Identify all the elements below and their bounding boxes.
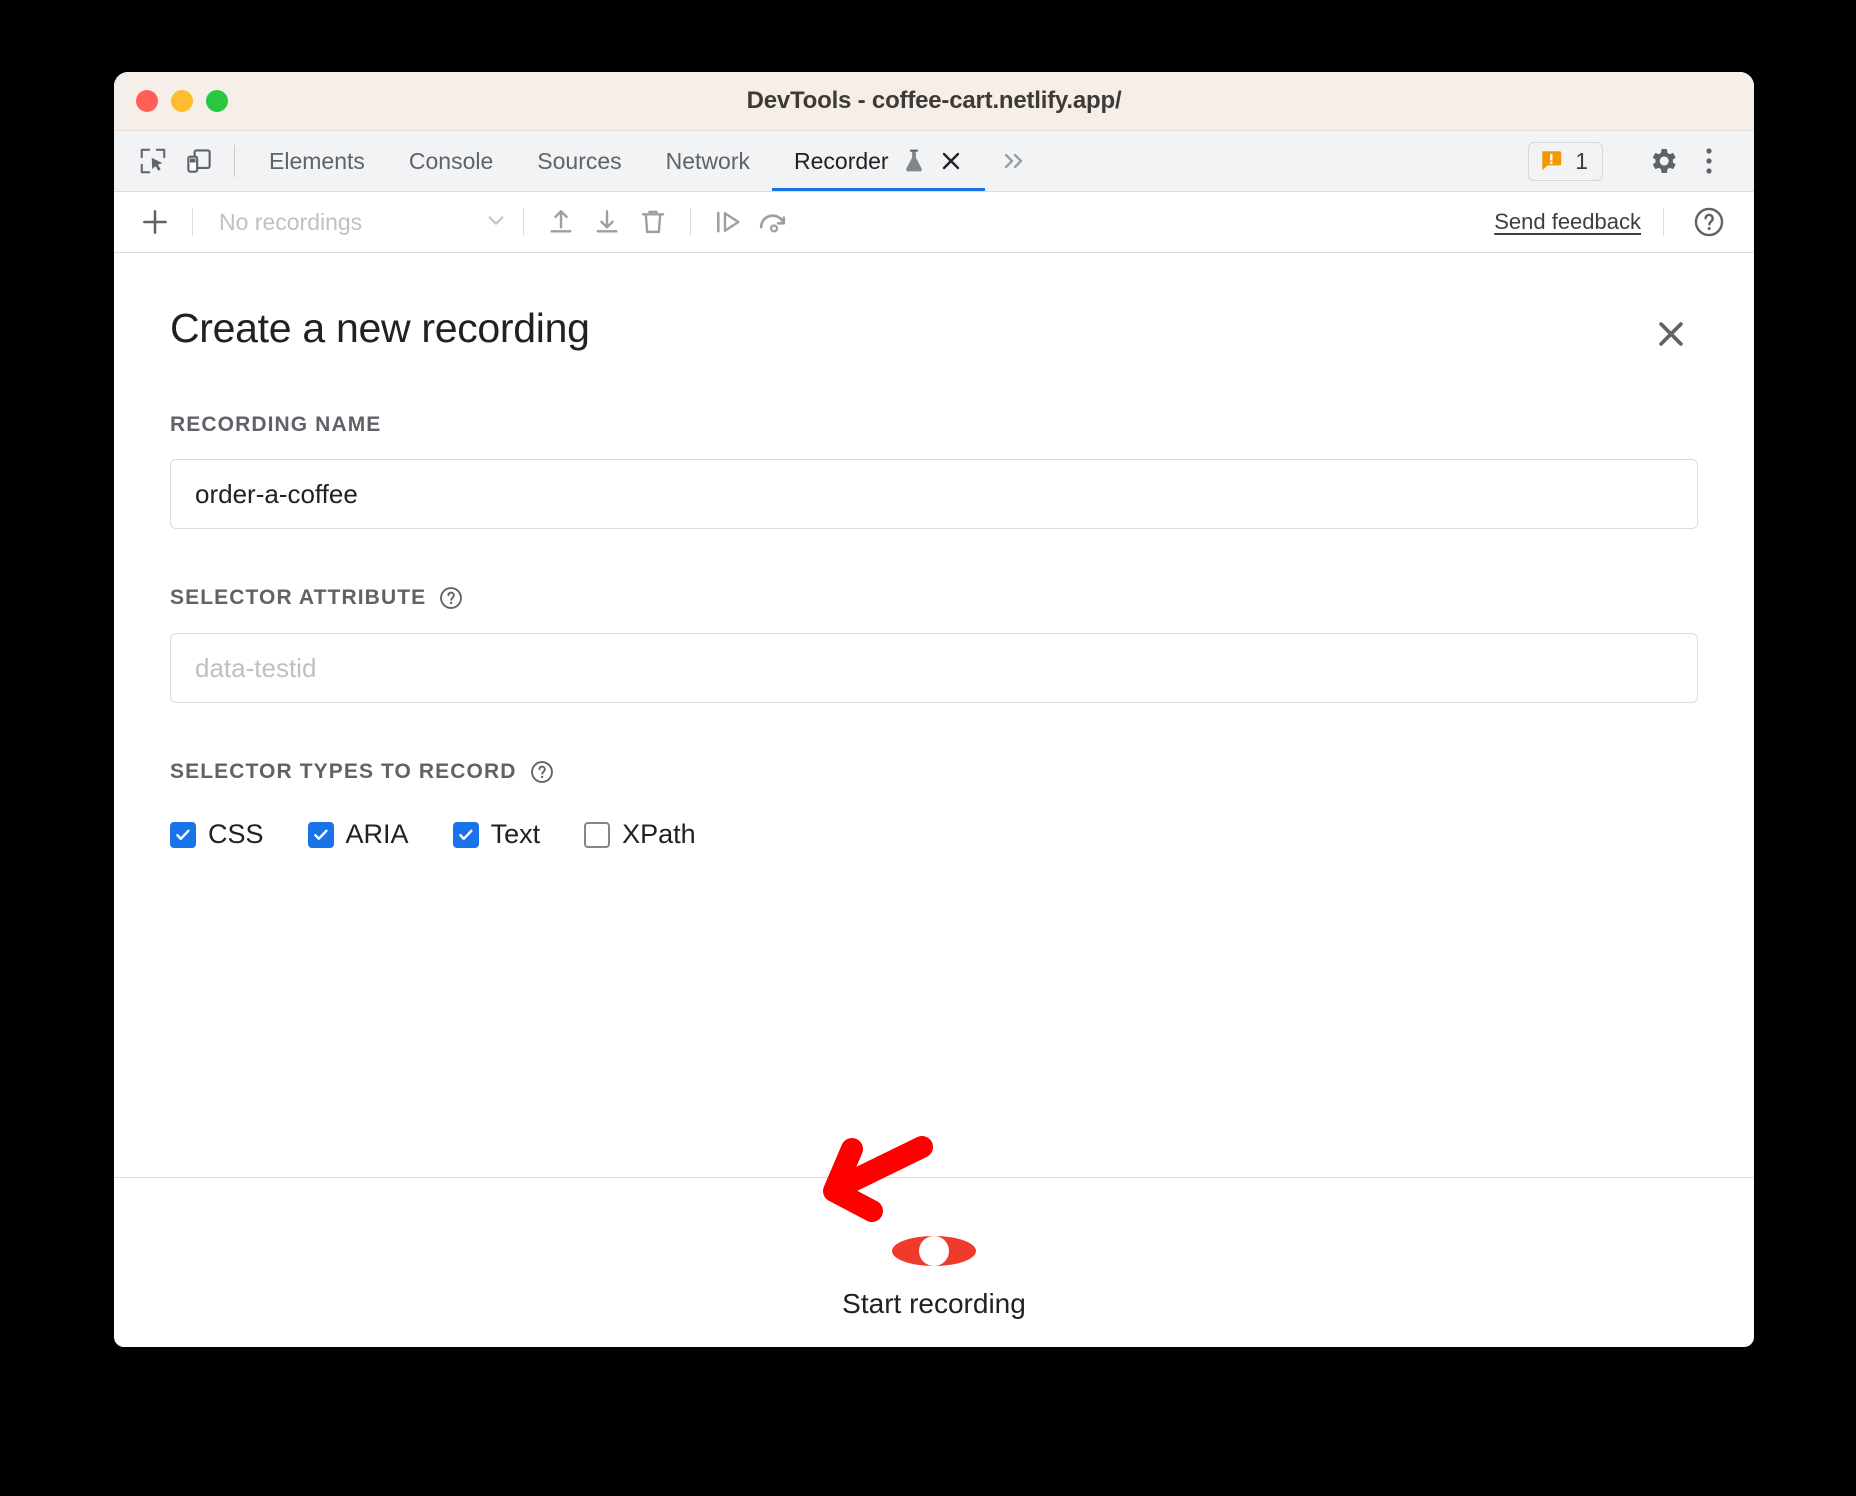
tab-console-label: Console	[409, 148, 493, 175]
send-feedback-link[interactable]: Send feedback	[1494, 209, 1641, 235]
delete-icon[interactable]	[630, 198, 676, 246]
selector-attribute-label: Selector attribute	[170, 585, 1698, 611]
selector-types-field-block: Selector types to record	[170, 759, 1698, 850]
add-recording-icon[interactable]	[132, 198, 178, 246]
checkbox-css[interactable]: CSS	[170, 819, 264, 850]
recorder-toolbar: No recordings	[114, 192, 1754, 253]
help-circle-icon[interactable]	[529, 759, 555, 785]
toolbar-divider-2	[523, 208, 524, 236]
device-toolbar-icon[interactable]	[176, 131, 222, 191]
selector-types-label: Selector types to record	[170, 759, 1698, 785]
devtools-tab-strip: Elements Console Sources Network Recorde…	[114, 131, 1754, 192]
create-recording-panel: Create a new recording Recording name or…	[114, 253, 1754, 1177]
tabstrip-right-controls: 1	[1528, 131, 1754, 191]
warning-count-badge[interactable]: 1	[1528, 142, 1603, 181]
minimize-window-button[interactable]	[171, 90, 193, 112]
checkbox-xpath[interactable]: XPath	[584, 819, 696, 850]
tab-recorder-label: Recorder	[794, 148, 889, 175]
page-title: Create a new recording	[170, 305, 590, 352]
recording-name-field-block: Recording name order-a-coffee	[170, 413, 1698, 529]
more-options-icon[interactable]	[1686, 145, 1732, 177]
close-recorder-tab-icon[interactable]	[939, 149, 963, 173]
checkbox-xpath-box[interactable]	[584, 822, 610, 848]
panel-header: Create a new recording	[170, 305, 1698, 357]
checkbox-aria-box[interactable]	[308, 822, 334, 848]
window-title-bar: DevTools - coffee-cart.netlify.app/	[114, 72, 1754, 131]
devtools-window: DevTools - coffee-cart.netlify.app/ Elem…	[114, 72, 1754, 1347]
step-replay-icon[interactable]	[705, 198, 751, 246]
close-icon[interactable]	[1648, 311, 1694, 357]
tab-elements-label: Elements	[269, 148, 365, 175]
import-icon[interactable]	[584, 198, 630, 246]
tab-recorder[interactable]: Recorder	[772, 131, 985, 191]
help-circle-icon[interactable]	[438, 585, 464, 611]
selector-types-label-text: Selector types to record	[170, 760, 517, 784]
window-title: DevTools - coffee-cart.netlify.app/	[114, 87, 1754, 115]
experiment-flask-icon	[902, 148, 926, 174]
create-recording-form: Create a new recording Recording name or…	[114, 253, 1754, 850]
start-recording-footer: Start recording	[114, 1178, 1754, 1236]
traffic-light-controls	[136, 90, 228, 112]
toolbar-divider-4	[1663, 208, 1664, 236]
tab-sources[interactable]: Sources	[515, 131, 643, 191]
export-icon[interactable]	[538, 198, 584, 246]
chevron-down-icon	[483, 207, 509, 238]
tabstrip-divider	[234, 145, 235, 177]
tab-network[interactable]: Network	[644, 131, 772, 191]
inspect-element-icon[interactable]	[130, 131, 176, 191]
checkbox-text[interactable]: Text	[453, 819, 541, 850]
checkbox-aria[interactable]: ARIA	[308, 819, 409, 850]
selector-attribute-label-text: Selector attribute	[170, 586, 426, 610]
checkbox-css-box[interactable]	[170, 822, 196, 848]
more-tabs-button[interactable]	[985, 131, 1043, 191]
record-circle-hole	[919, 1236, 949, 1266]
help-circle-icon[interactable]	[1686, 198, 1732, 246]
selector-attribute-input[interactable]: data-testid	[170, 633, 1698, 703]
tab-network-label: Network	[666, 148, 750, 175]
recordings-select-value: No recordings	[219, 209, 473, 236]
tab-elements[interactable]: Elements	[247, 131, 387, 191]
close-window-button[interactable]	[136, 90, 158, 112]
checkbox-xpath-label: XPath	[622, 819, 696, 850]
recording-name-input[interactable]: order-a-coffee	[170, 459, 1698, 529]
selector-attribute-field-block: Selector attribute data-testid	[170, 585, 1698, 703]
recordings-select[interactable]: No recordings	[207, 207, 509, 238]
tab-sources-label: Sources	[537, 148, 621, 175]
checkbox-css-label: CSS	[208, 819, 264, 850]
replay-speed-icon[interactable]	[751, 198, 797, 246]
checkbox-text-label: Text	[491, 819, 541, 850]
start-recording-button[interactable]: Start recording	[842, 1288, 1026, 1320]
settings-gear-icon[interactable]	[1640, 145, 1686, 177]
checkbox-text-box[interactable]	[453, 822, 479, 848]
warning-count: 1	[1575, 148, 1588, 175]
recording-name-label-text: Recording name	[170, 413, 381, 437]
recording-name-label: Recording name	[170, 413, 1698, 437]
toolbar-divider-1	[192, 208, 193, 236]
toolbar-right-controls: Send feedback	[1494, 198, 1754, 246]
zoom-window-button[interactable]	[206, 90, 228, 112]
warning-icon	[1539, 148, 1565, 174]
tab-console[interactable]: Console	[387, 131, 515, 191]
checkbox-aria-label: ARIA	[346, 819, 409, 850]
toolbar-divider-3	[690, 208, 691, 236]
selector-types-checkbox-group: CSS ARIA Text	[170, 819, 1698, 850]
record-circle-icon[interactable]	[892, 1236, 976, 1266]
